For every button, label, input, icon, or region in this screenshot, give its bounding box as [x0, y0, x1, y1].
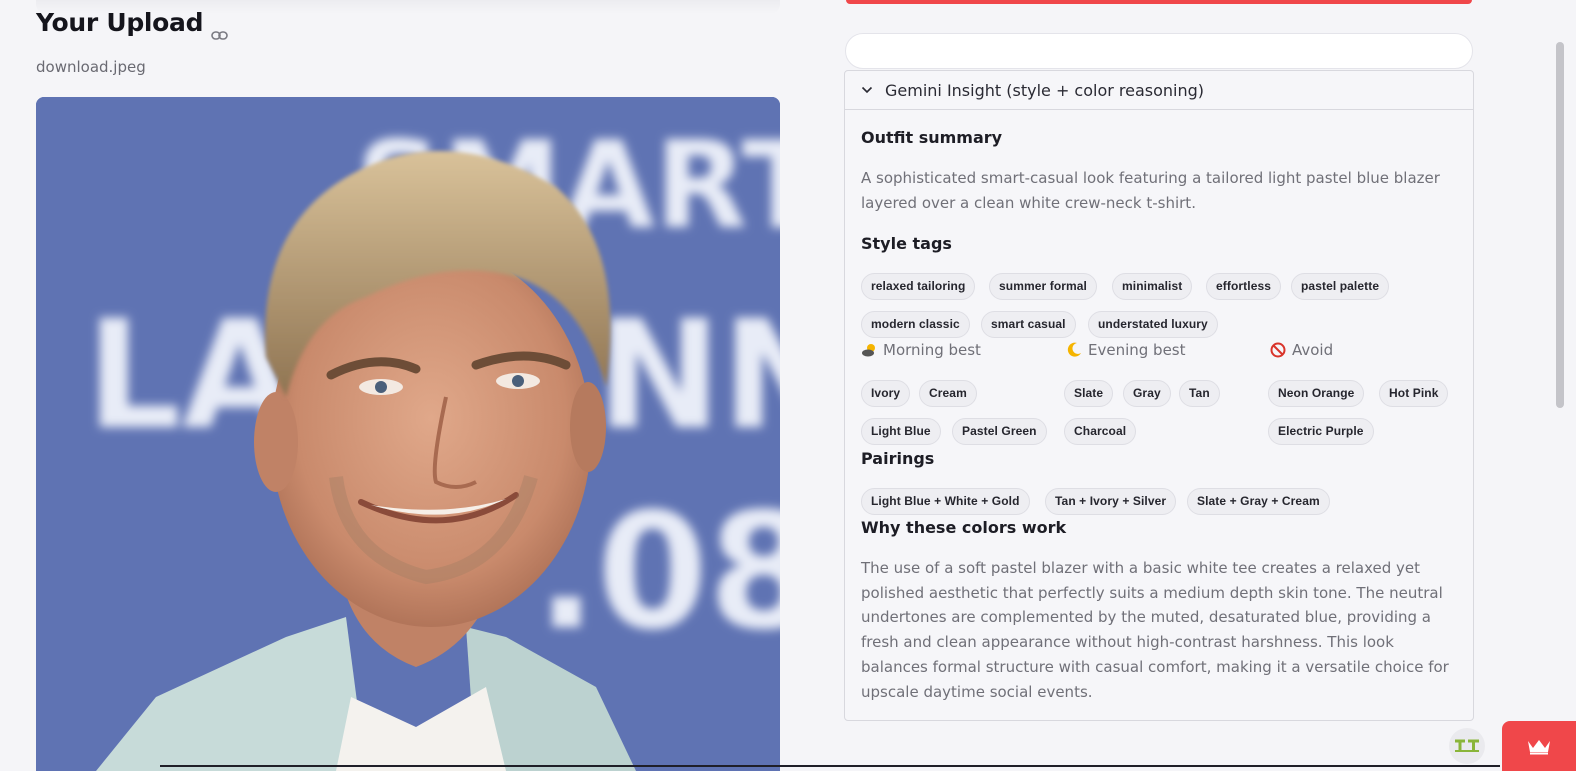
gemini-insight-title: Gemini Insight (style + color reasoning)	[885, 80, 1205, 100]
style-tag: pastel palette	[1291, 273, 1390, 300]
crown-button[interactable]	[1502, 721, 1576, 771]
evening-color-chip: Gray	[1123, 380, 1171, 407]
evening-color-chip: Tan	[1179, 380, 1220, 407]
why-colors-text: The use of a soft pastel blazer with a b…	[861, 559, 1449, 701]
backdrop-text-3: NN	[596, 289, 780, 463]
link-icon[interactable]	[211, 19, 229, 40]
page-bottom-divider	[160, 765, 1500, 767]
sun-behind-cloud-icon	[861, 342, 877, 358]
morning-color-chip: Pastel Green	[952, 418, 1047, 445]
avoid-label: Avoid	[1270, 341, 1333, 359]
outfit-summary-text: A sophisticated smart-casual look featur…	[861, 169, 1440, 212]
gemini-insight-toggle[interactable]: Gemini Insight (style + color reasoning)	[845, 71, 1473, 110]
tt-logo-icon[interactable]	[1449, 728, 1485, 764]
avoid-color-chip: Neon Orange	[1268, 380, 1365, 407]
page-scrollbar-thumb[interactable]	[1556, 42, 1564, 408]
avoid-color-chip: Hot Pink	[1379, 380, 1449, 407]
empty-field[interactable]	[845, 33, 1473, 69]
chevron-down-icon	[861, 86, 873, 94]
upload-title: Your Upload	[36, 8, 204, 37]
morning-color-chip: Ivory	[861, 380, 911, 407]
morning-color-chip: Cream	[919, 380, 977, 407]
pairing-chip: Light Blue + White + Gold	[861, 488, 1030, 515]
style-tag: understated luxury	[1088, 311, 1218, 338]
crown-icon	[1528, 740, 1550, 755]
pairing-chip: Slate + Gray + Cream	[1187, 488, 1330, 515]
prohibited-icon	[1270, 342, 1286, 358]
style-tag: minimalist	[1112, 273, 1193, 300]
style-tags-heading: Style tags	[861, 234, 952, 253]
style-tag: modern classic	[861, 311, 970, 338]
file-name: download.jpeg	[36, 58, 146, 76]
crescent-moon-icon	[1066, 342, 1082, 358]
style-tag: smart casual	[981, 311, 1076, 338]
evening-color-chip: Slate	[1064, 380, 1114, 407]
uploaded-photo: SMART LA NN .08	[36, 97, 780, 771]
evening-best-label: Evening best	[1066, 341, 1186, 359]
why-colors-heading: Why these colors work	[861, 518, 1067, 537]
style-tag: relaxed tailoring	[861, 273, 976, 300]
upload-title-row: Your Upload	[36, 8, 229, 40]
pairing-chip: Tan + Ivory + Silver	[1045, 488, 1177, 515]
style-tag: summer formal	[989, 273, 1097, 300]
gemini-insight-panel: Gemini Insight (style + color reasoning)…	[844, 70, 1474, 721]
morning-color-chip: Light Blue	[861, 418, 941, 445]
pairings-heading: Pairings	[861, 449, 935, 468]
morning-best-label: Morning best	[861, 341, 981, 359]
evening-color-chip: Charcoal	[1064, 418, 1137, 445]
outfit-summary-heading: Outfit summary	[861, 128, 1003, 147]
accent-bar	[846, 0, 1472, 4]
avoid-color-chip: Electric Purple	[1268, 418, 1374, 445]
style-tag: effortless	[1206, 273, 1282, 300]
